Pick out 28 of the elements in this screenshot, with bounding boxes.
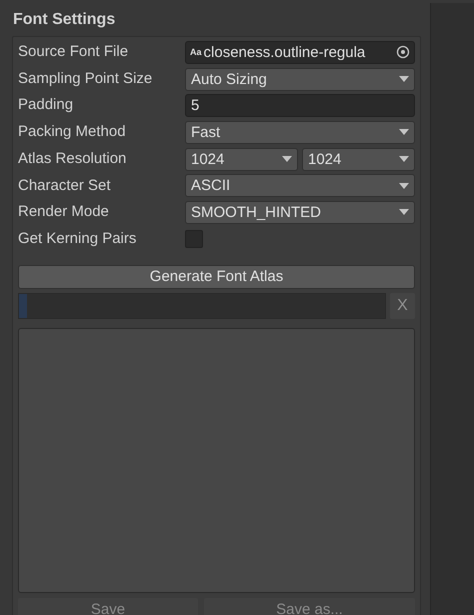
dropdown[interactable]: ASCII — [185, 174, 415, 198]
section-title: Font Settings — [12, 10, 116, 30]
dropdown[interactable]: 1024 — [302, 148, 415, 171]
dropdown-caret-icon — [399, 129, 409, 136]
field-label: Render Mode — [18, 202, 110, 222]
checkbox[interactable] — [185, 230, 203, 248]
input-field[interactable]: 5 — [185, 94, 415, 118]
object-picker-icon[interactable] — [396, 45, 410, 60]
generate-button[interactable]: Generate Font Atlas — [18, 264, 415, 288]
cancel-button[interactable]: X — [390, 292, 415, 318]
field-label: Source Font File — [18, 42, 130, 62]
field-label: Sampling Point Size — [18, 68, 154, 89]
field-label: Padding — [18, 95, 74, 116]
dropdown[interactable]: 1024 — [185, 148, 298, 171]
field-label: Get Kerning Pairs — [18, 228, 138, 249]
dropdown-caret-icon — [399, 182, 409, 189]
field-label: Atlas Resolution — [18, 148, 128, 169]
field-label: Packing Method — [18, 122, 127, 142]
dropdown-caret-icon — [282, 156, 292, 162]
dropdown-caret-icon — [399, 156, 409, 162]
dropdown[interactable]: SMOOTH_HINTED — [185, 200, 415, 224]
dropdown-caret-icon — [399, 209, 409, 216]
object-field-value: closeness.outline-regula — [204, 44, 366, 60]
dropdown[interactable]: Auto Sizing — [185, 68, 415, 91]
field-label: Character Set — [18, 176, 112, 196]
dropdown-caret-icon — [399, 76, 409, 82]
dropdown[interactable]: Fast — [185, 120, 415, 144]
font-asset-icon: Aa — [190, 46, 202, 60]
